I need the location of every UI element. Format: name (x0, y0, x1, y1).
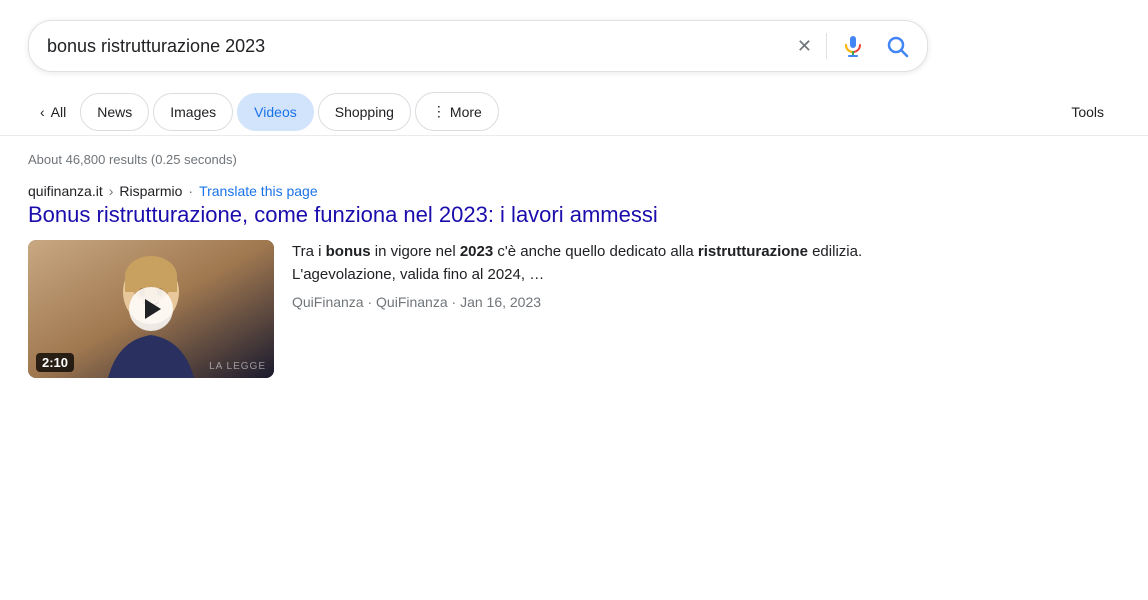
tab-videos-label: Videos (254, 104, 297, 120)
tab-images-label: Images (170, 104, 216, 120)
tab-news-label: News (97, 104, 132, 120)
search-bar-container: bonus ristrutturazione 2023 ✕ (0, 0, 1148, 88)
tab-images[interactable]: Images (153, 93, 233, 131)
search-button[interactable] (885, 34, 909, 58)
chevron-left-icon: ‹ (40, 104, 45, 120)
tab-more[interactable]: ⋮ More (415, 92, 499, 131)
clear-icon[interactable]: ✕ (797, 36, 812, 57)
result-meta: QuiFinanza · QuiFinanza · Jan 16, 2023 (292, 294, 872, 310)
tab-shopping-label: Shopping (335, 104, 394, 120)
results-info: About 46,800 results (0.25 seconds) (0, 136, 1148, 175)
result-site: quifinanza.it (28, 183, 103, 199)
tabs-bar: ‹ All News Images Videos Shopping ⋮ More… (0, 88, 1148, 136)
tools-button[interactable]: Tools (1055, 94, 1120, 130)
tab-all-label: All (51, 104, 67, 120)
results-count: About 46,800 results (0.25 seconds) (28, 152, 237, 167)
tab-more-label: More (450, 104, 482, 120)
result-body: 2:10 LA LEGGE Tra i bonus in vigore nel … (28, 240, 872, 378)
video-thumbnail[interactable]: 2:10 LA LEGGE (28, 240, 274, 378)
translate-link[interactable]: Translate this page (199, 183, 318, 199)
search-input[interactable]: bonus ristrutturazione 2023 (47, 36, 797, 57)
result-source: quifinanza.it › Risparmio · Translate th… (28, 183, 872, 199)
tab-news[interactable]: News (80, 93, 149, 131)
microphone-icon[interactable] (841, 34, 865, 58)
tab-all[interactable]: ‹ All (28, 94, 78, 130)
search-icons: ✕ (797, 33, 909, 59)
snippet-text: Tra i bonus in vigore nel 2023 c'è anche… (292, 240, 872, 287)
result-title[interactable]: Bonus ristrutturazione, come funziona ne… (28, 201, 872, 230)
video-duration: 2:10 (36, 353, 74, 372)
result-breadcrumb: Risparmio (119, 183, 182, 199)
video-watermark: LA LEGGE (209, 361, 266, 372)
divider (826, 33, 827, 59)
play-button[interactable] (129, 287, 173, 331)
result-snippet: Tra i bonus in vigore nel 2023 c'è anche… (292, 240, 872, 311)
result-breadcrumb-separator: › (109, 183, 114, 199)
search-bar: bonus ristrutturazione 2023 ✕ (28, 20, 928, 72)
dots-icon: ⋮ (432, 103, 446, 120)
tab-shopping[interactable]: Shopping (318, 93, 411, 131)
result-item: quifinanza.it › Risparmio · Translate th… (0, 175, 900, 394)
result-dot-separator: · (188, 183, 193, 199)
play-triangle-icon (145, 299, 161, 319)
tab-videos[interactable]: Videos (237, 93, 314, 131)
